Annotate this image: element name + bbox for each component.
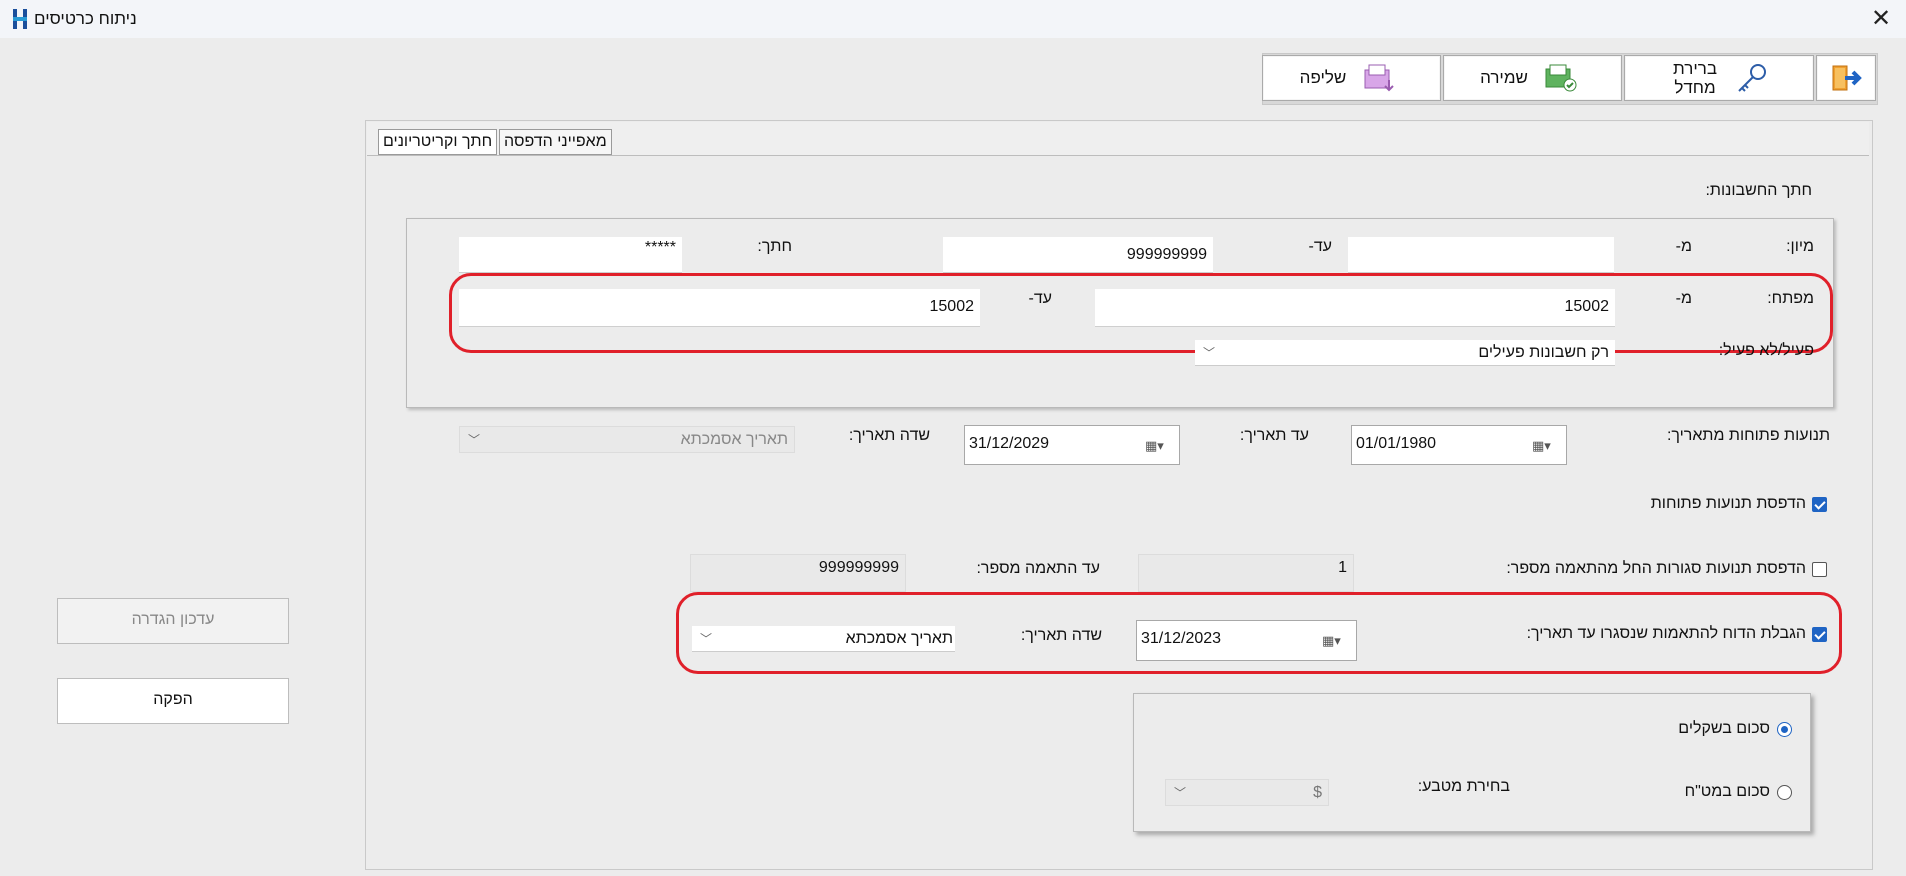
save-label: שמירה: [1480, 68, 1528, 87]
active-status-label: פעיל/לא פעיל:: [1718, 342, 1814, 359]
key-icon: [1738, 64, 1766, 92]
active-status-select[interactable]: ﹀ רק חשבונות פעילים: [1195, 340, 1615, 366]
tab-criteria[interactable]: חתך וקריטריונים: [378, 129, 498, 155]
print-closed-checkbox[interactable]: [1812, 562, 1827, 577]
date-field-label: שדה תאריך:: [848, 427, 930, 444]
sort-label: מיון:: [1786, 238, 1814, 255]
chevron-down-icon: ﹀: [700, 632, 713, 646]
close-icon[interactable]: ✕: [1866, 4, 1896, 34]
calendar-dropdown-icon[interactable]: ▦▾: [1322, 633, 1348, 648]
key-label: מפתח:: [1767, 290, 1814, 307]
calendar-dropdown-icon[interactable]: ▦▾: [1532, 438, 1558, 453]
retrieve-folder-icon: [1364, 64, 1394, 92]
default-password-label-1: ברירת: [1673, 59, 1717, 78]
currency-select[interactable]: ﹀ $: [1165, 779, 1329, 806]
currency-group: [1133, 693, 1811, 832]
save-button[interactable]: שמירה: [1443, 55, 1622, 101]
window-title: ניתוח כרטיסים: [34, 9, 137, 28]
foreign-currency-label: סכום במט"ח: [1684, 783, 1770, 800]
calendar-dropdown-icon[interactable]: ▦▾: [1145, 438, 1171, 453]
sort-to-input[interactable]: 999999999: [943, 237, 1213, 273]
to-date-label: עד תאריך:: [1239, 427, 1309, 444]
key-to-input[interactable]: 15002: [459, 289, 980, 327]
open-from-date-value: 01/01/1980: [1356, 435, 1437, 452]
currency-choice-label: בחירת מטבע:: [1417, 778, 1510, 795]
limit-report-date-picker[interactable]: 31/12/2023 ▦▾: [1136, 620, 1357, 661]
tab-print-properties[interactable]: מאפייני הדפסה: [499, 129, 612, 155]
limit-report-checkbox[interactable]: [1812, 627, 1827, 642]
accounts-section-title: חתך החשבונות:: [1705, 182, 1812, 199]
closed-to-number[interactable]: 999999999: [690, 554, 906, 592]
default-password-button[interactable]: ברירת מחדל: [1624, 55, 1814, 101]
produce-button[interactable]: הפקה: [57, 678, 289, 724]
chevron-down-icon: ﹀: [468, 433, 481, 447]
retrieve-button[interactable]: שליפה: [1262, 55, 1441, 101]
print-open-label: הדפסת תנועות פתוחות: [1650, 495, 1806, 512]
date-field-value: תאריך אסמכתא: [680, 431, 788, 448]
limit-date-field-label: שדה תאריך:: [1020, 627, 1102, 644]
key-to-label: עד-: [1028, 290, 1052, 307]
date-field-select[interactable]: ﹀ תאריך אסמכתא: [459, 426, 795, 453]
sort-from-input[interactable]: [1348, 237, 1614, 273]
open-from-date-label: תנועות פתוחות מתאריך:: [1666, 427, 1830, 444]
key-from-input[interactable]: 15002: [1095, 289, 1615, 327]
print-open-checkbox[interactable]: [1812, 497, 1827, 512]
print-closed-label: הדפסת תנועות סגורות החל מהתאמה מספר:: [1506, 560, 1806, 577]
currency-value: $: [1313, 784, 1322, 801]
limit-report-label: הגבלת הדוח להתאמות שנסגרו עד תאריך:: [1526, 625, 1806, 642]
update-definition-button[interactable]: עדכון הגדרה: [57, 598, 289, 644]
app-logo-icon: [10, 7, 30, 31]
foreign-currency-radio[interactable]: [1777, 785, 1792, 800]
key-from-label: מ-: [1675, 290, 1692, 307]
cut-input[interactable]: *****: [459, 237, 682, 273]
limit-date-field-select[interactable]: ﹀ תאריך אסמכתא: [692, 626, 955, 652]
active-status-value: רק חשבונות פעילים: [1478, 344, 1609, 361]
open-from-date-picker[interactable]: 01/01/1980 ▦▾: [1351, 425, 1567, 465]
shekel-label: סכום בשקלים: [1678, 720, 1770, 737]
chevron-down-icon: ﹀: [1174, 786, 1187, 800]
sort-to-label: עד-: [1308, 238, 1332, 255]
cut-label: חתך:: [757, 238, 792, 255]
limit-date-field-value: תאריך אסמכתא: [845, 630, 953, 647]
sort-from-label: מ-: [1675, 238, 1692, 255]
closed-from-number[interactable]: 1: [1138, 554, 1354, 592]
to-date-value: 31/12/2029: [969, 435, 1050, 452]
closed-to-number-label: עד התאמה מספר:: [976, 560, 1100, 577]
save-folder-icon: [1545, 64, 1577, 92]
exit-door-arrow-icon: [1832, 65, 1862, 91]
shekel-radio[interactable]: [1777, 722, 1792, 737]
limit-report-date-value: 31/12/2023: [1141, 630, 1222, 647]
default-password-label-2: מחדל: [1674, 78, 1716, 97]
exit-button[interactable]: [1816, 55, 1876, 101]
chevron-down-icon: ﹀: [1203, 346, 1216, 360]
to-date-picker[interactable]: 31/12/2029 ▦▾: [964, 425, 1180, 465]
title-bar: ניתוח כרטיסים ✕: [0, 0, 1906, 38]
retrieve-label: שליפה: [1299, 68, 1347, 87]
